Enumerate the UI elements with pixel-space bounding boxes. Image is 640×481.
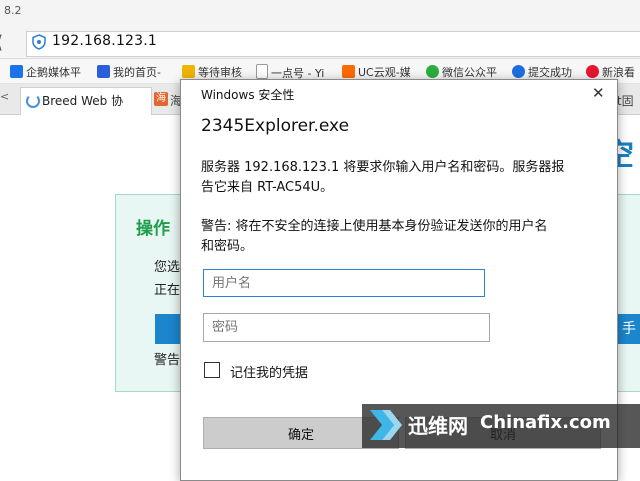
dialog-title: Windows 安全性	[201, 88, 295, 102]
s-logo-icon	[182, 65, 195, 78]
remember-credentials-checkbox[interactable]	[204, 362, 220, 378]
panel-text-line: 正在	[154, 283, 181, 298]
panel-warning-text: 警告	[154, 353, 181, 368]
uc-logo-icon	[342, 65, 355, 78]
url-text[interactable]: 192.168.123.1	[52, 33, 157, 49]
back-arrow-icon[interactable]: ⟨	[0, 32, 3, 53]
browser-title-bar	[0, 0, 640, 28]
page-icon	[256, 64, 268, 79]
bookmark-item[interactable]: 提交成功	[512, 64, 572, 80]
tab-scroll-left[interactable]: <	[0, 90, 9, 103]
watermark-cn-text: 迅维网	[408, 414, 468, 438]
panel-title: 操作	[136, 219, 170, 239]
remember-credentials-label[interactable]: 记住我的凭据	[230, 362, 308, 381]
username-input[interactable]	[203, 269, 485, 297]
chinafix-logo-icon	[370, 410, 402, 440]
penguin-icon	[512, 65, 525, 78]
weibo-icon	[586, 65, 599, 78]
manual-button[interactable]: 手	[616, 314, 640, 344]
m-logo-icon	[10, 65, 23, 78]
tab-label: Breed Web 协	[42, 94, 124, 108]
site-favicon-icon: 海	[154, 92, 168, 106]
window-title-fragment: 8.2	[4, 4, 22, 17]
dialog-warning: 警告: 将在不安全的连接上使用基本身份验证发送你的用户名	[201, 219, 548, 234]
password-input[interactable]	[203, 313, 490, 342]
bookmark-item[interactable]: 新浪看	[586, 64, 635, 80]
close-icon[interactable]: ✕	[592, 84, 605, 102]
dialog-app-name: 2345Explorer.exe	[201, 116, 350, 136]
loading-spinner-icon	[26, 94, 40, 108]
paw-icon	[97, 65, 110, 78]
bookmark-item[interactable]: 等待审核	[182, 64, 242, 80]
bookmark-item[interactable]: 微信公众平	[426, 64, 497, 80]
dialog-warning: 和密码。	[201, 239, 254, 254]
watermark-en-text: Chinafix.com	[480, 412, 611, 433]
dialog-message: 告它来自 RT-AC54U。	[201, 180, 334, 195]
bookmark-item[interactable]: UC云观-媒	[342, 64, 411, 80]
wechat-icon	[426, 65, 439, 78]
bookmark-item[interactable]: 我的首页-	[97, 64, 161, 80]
bookmark-item[interactable]: 企鹅媒体平	[10, 64, 81, 80]
dialog-message: 服务器 192.168.123.1 将要求你输入用户名和密码。服务器报	[201, 160, 565, 175]
shield-icon	[32, 34, 46, 50]
panel-text-line: 您选	[154, 260, 181, 275]
